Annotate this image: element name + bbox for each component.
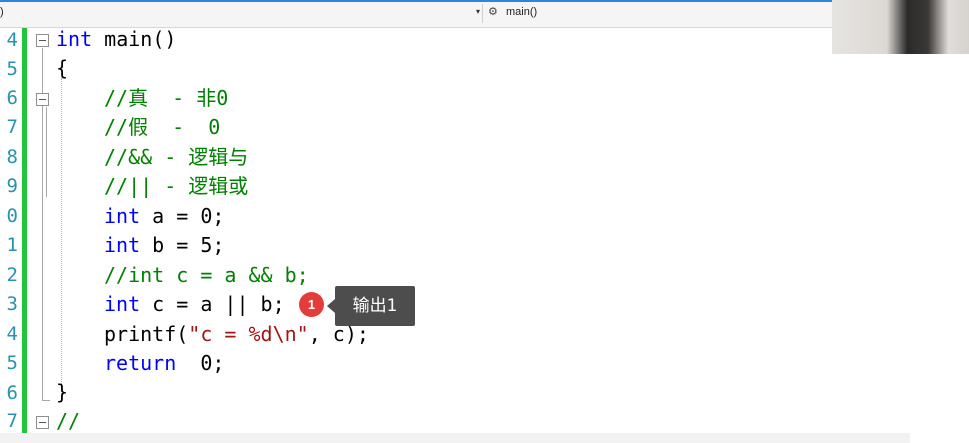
string-literal: "c = %d\n" [188, 322, 309, 346]
code-line-6[interactable]: //真 - 非0 [104, 84, 228, 113]
collapse-main-icon[interactable] [36, 34, 49, 47]
code-line-4[interactable]: int main() [56, 25, 176, 54]
code-text: a = 0; [140, 204, 225, 228]
annotation-tooltip: 输出1 [327, 286, 415, 326]
code-line-17[interactable]: // [56, 407, 80, 436]
outline-guide-comment [46, 107, 47, 197]
line-number: 5 [6, 58, 18, 80]
keyword: int [56, 27, 93, 51]
line-number: 2 [6, 264, 18, 286]
change-indicator-bar [22, 28, 27, 440]
comment-text: //假 - 0 [104, 115, 221, 139]
indent-guide [61, 78, 63, 394]
scope-dropdown-label: ) [0, 6, 4, 18]
keyword: return [104, 351, 177, 375]
line-number: 5 [6, 352, 18, 374]
collapse-next-icon[interactable] [36, 416, 49, 429]
horizontal-scroll-area[interactable] [0, 433, 910, 443]
comment-text: // [56, 409, 81, 433]
function-dropdown-label: main() [506, 6, 538, 18]
function-icon: ⚙ [488, 6, 498, 18]
line-number: 0 [6, 205, 18, 227]
keyword: int [104, 233, 141, 257]
code-line-10[interactable]: int a = 0; [104, 202, 224, 231]
code-text: c = a || b; [140, 292, 285, 316]
comment-text: //&& - 逻辑与 [104, 145, 249, 169]
navbar-separator [482, 4, 483, 23]
code-line-14[interactable]: printf("c = %d\n", c); [104, 320, 369, 349]
line-number: 1 [6, 234, 18, 256]
code-line-11[interactable]: int b = 5; [104, 231, 224, 260]
line-number: 4 [6, 29, 18, 51]
line-number: 6 [6, 87, 18, 109]
accent-line [0, 0, 832, 2]
keyword: int [104, 204, 141, 228]
code-line-7[interactable]: //假 - 0 [104, 113, 220, 142]
function-dropdown[interactable]: ⚙ main() [486, 4, 826, 23]
comment-text: //|| - 逻辑或 [104, 174, 249, 198]
code-text: } [56, 380, 69, 404]
scope-dropdown[interactable]: ) ▾ [0, 4, 482, 23]
outline-end-main [42, 400, 50, 401]
line-number: 4 [6, 323, 18, 345]
code-line-5[interactable]: { [56, 54, 68, 83]
code-line-9[interactable]: //|| - 逻辑或 [104, 172, 248, 201]
code-text: b = 5; [140, 233, 225, 257]
navigation-bar: ) ▾ ⚙ main() [0, 0, 832, 28]
code-line-16[interactable]: } [56, 378, 68, 407]
line-number: 6 [6, 382, 18, 404]
chevron-down-icon[interactable]: ▾ [476, 7, 480, 16]
webcam-overlay [832, 0, 969, 54]
line-number: 7 [6, 410, 18, 432]
code-line-15[interactable]: return 0; [104, 349, 224, 378]
comment-text: //int c = a && b; [104, 263, 309, 287]
keyword: int [104, 292, 141, 316]
code-line-8[interactable]: //&& - 逻辑与 [104, 143, 248, 172]
line-number: 8 [6, 146, 18, 168]
code-text: { [56, 56, 69, 80]
code-text: main() [92, 27, 177, 51]
line-number: 9 [6, 175, 18, 197]
code-line-13[interactable]: int c = a || b; [104, 290, 285, 319]
annotation-badge[interactable]: 1 [299, 292, 324, 317]
line-number: 7 [6, 116, 18, 138]
code-line-12[interactable]: //int c = a && b; [104, 261, 309, 290]
code-text: 0; [176, 351, 225, 375]
comment-text: //真 - 非0 [104, 86, 229, 110]
code-text: printf( [104, 322, 189, 346]
line-number: 3 [6, 293, 18, 315]
collapse-comment-icon[interactable] [36, 93, 49, 106]
